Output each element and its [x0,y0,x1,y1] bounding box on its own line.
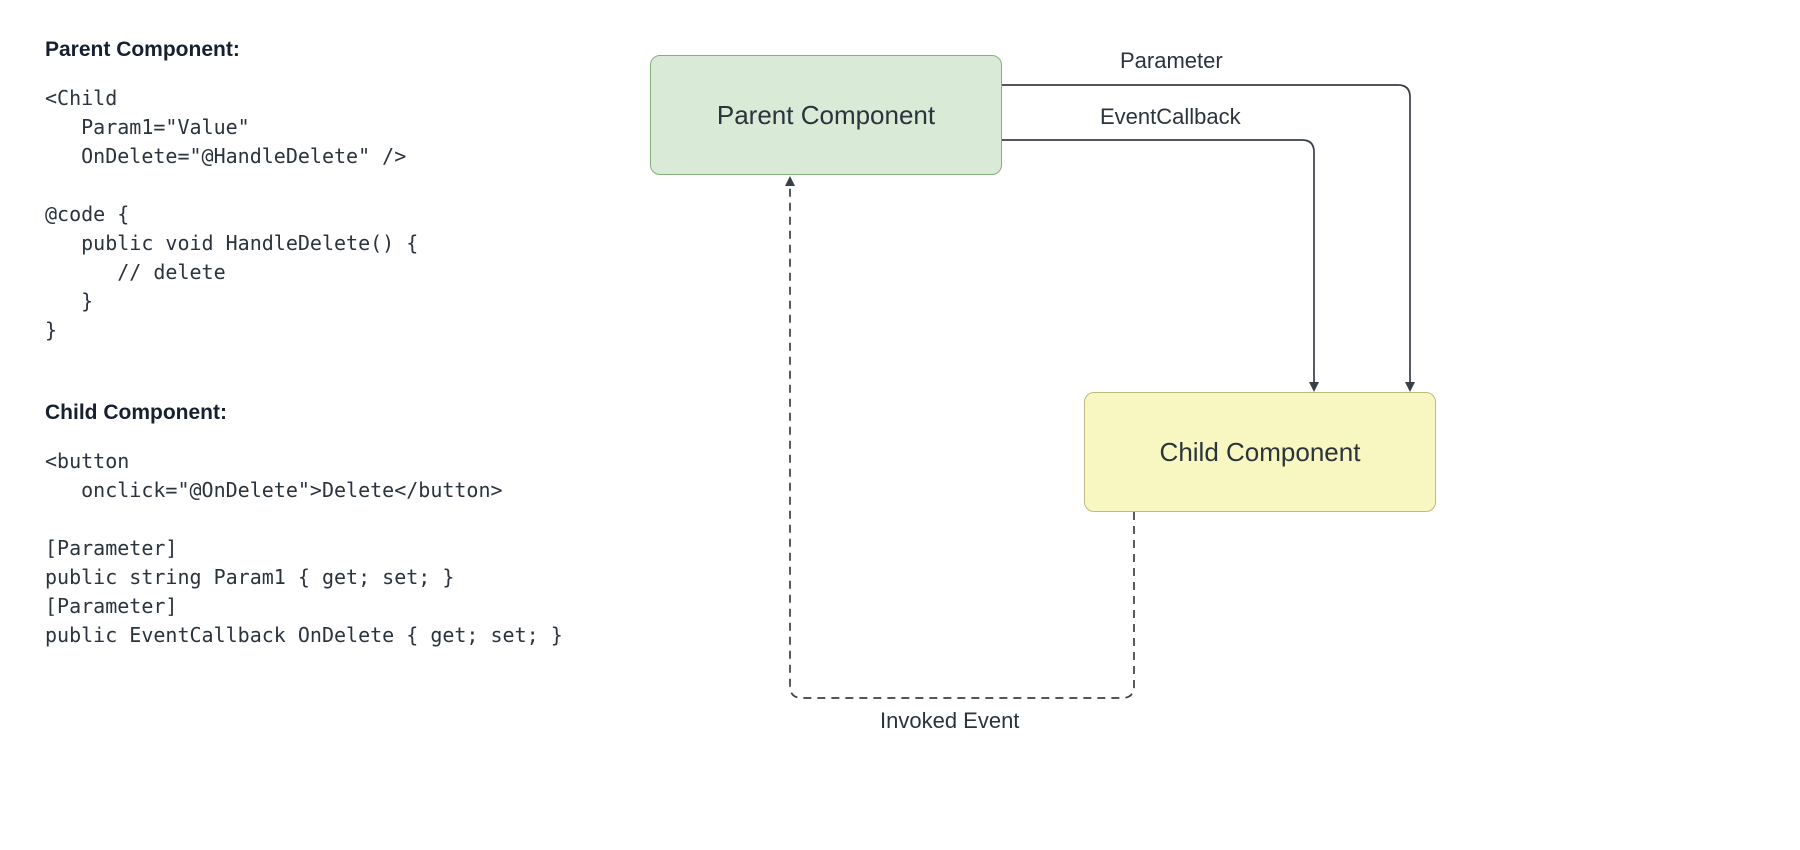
code-panel: Parent Component: <Child Param1="Value" … [45,38,605,650]
invoked-event-arrow-label: Invoked Event [880,708,1019,734]
child-component-code: <button onclick="@OnDelete">Delete</butt… [45,447,605,650]
eventcallback-arrow [1002,140,1314,390]
child-component-box: Child Component [1084,392,1436,512]
parameter-arrow [1002,85,1410,390]
parent-component-heading: Parent Component: [45,38,605,62]
parent-component-code: <Child Param1="Value" OnDelete="@HandleD… [45,84,605,345]
child-box-label: Child Component [1160,437,1361,468]
parent-box-label: Parent Component [717,100,935,131]
parent-component-box: Parent Component [650,55,1002,175]
child-component-heading: Child Component: [45,401,605,425]
invoked-event-arrow [790,178,1134,698]
eventcallback-arrow-label: EventCallback [1100,104,1241,130]
parameter-arrow-label: Parameter [1120,48,1223,74]
component-diagram: Parent Component Child Component Paramet… [640,30,1750,790]
